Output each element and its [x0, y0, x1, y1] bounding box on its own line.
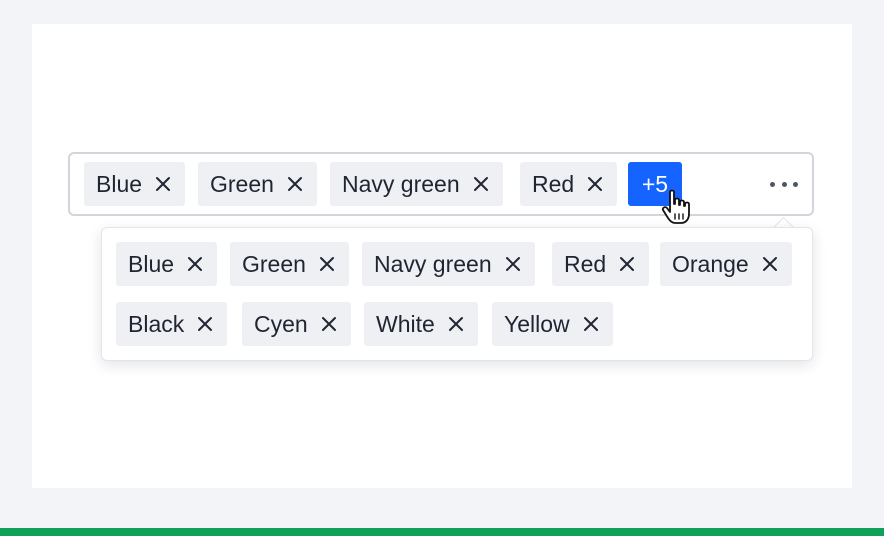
selected-tag[interactable]: Navy green: [330, 162, 503, 206]
close-icon[interactable]: [318, 313, 340, 335]
overflow-tags-popover: Blue Green Navy green Red Orange Black C…: [101, 227, 813, 361]
close-icon[interactable]: [184, 253, 206, 275]
popover-tag[interactable]: Yellow: [492, 302, 613, 346]
popover-tag[interactable]: Blue: [116, 242, 218, 286]
popover-tag[interactable]: Red: [552, 242, 650, 286]
popover-tag[interactable]: Cyen: [242, 302, 351, 346]
close-icon[interactable]: [445, 313, 467, 335]
close-icon[interactable]: [470, 173, 492, 195]
close-icon[interactable]: [584, 173, 606, 195]
footer-accent-bar: [0, 528, 884, 536]
close-icon[interactable]: [316, 253, 338, 275]
tag-label: Green: [210, 171, 274, 197]
tag-label: Blue: [96, 171, 143, 197]
tag-label: Yellow: [504, 311, 570, 337]
tag-label: Black: [128, 311, 185, 337]
close-icon[interactable]: [580, 313, 602, 335]
close-icon[interactable]: [152, 173, 174, 195]
tag-label: Navy green: [374, 251, 492, 277]
close-icon[interactable]: [194, 313, 216, 335]
close-icon[interactable]: [284, 173, 306, 195]
selected-tag[interactable]: Green: [198, 162, 317, 206]
selected-tag[interactable]: Red: [520, 162, 618, 206]
ellipsis-icon[interactable]: [770, 174, 798, 194]
tag-label: Orange: [672, 251, 749, 277]
tag-label: Blue: [128, 251, 175, 277]
tag-select-input[interactable]: Blue Green Navy green Red +5: [68, 152, 814, 216]
selected-tag[interactable]: Blue: [84, 162, 186, 206]
popover-tag[interactable]: White: [364, 302, 478, 346]
popover-tag[interactable]: Orange: [660, 242, 792, 286]
popover-tag[interactable]: Black: [116, 302, 228, 346]
close-icon[interactable]: [502, 253, 524, 275]
tag-label: White: [376, 311, 435, 337]
tag-label: Green: [242, 251, 306, 277]
tag-label: Red: [564, 251, 607, 277]
popover-tag[interactable]: Green: [230, 242, 349, 286]
close-icon[interactable]: [759, 253, 781, 275]
tag-label: Red: [532, 171, 575, 197]
tag-label: Cyen: [254, 311, 308, 337]
tag-label: Navy green: [342, 171, 460, 197]
popover-tag[interactable]: Navy green: [362, 242, 535, 286]
hand-pointer-icon: [661, 189, 690, 224]
close-icon[interactable]: [616, 253, 638, 275]
